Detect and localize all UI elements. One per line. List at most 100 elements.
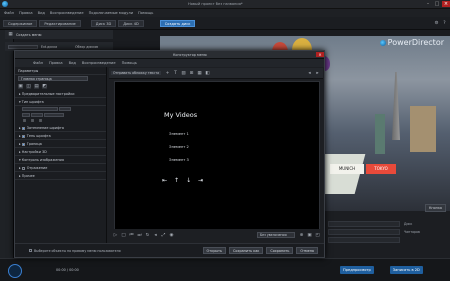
maximize-button[interactable]: □ bbox=[433, 1, 441, 7]
font-shadow-label: Тень шрифта bbox=[26, 134, 51, 138]
sidebar-header: Параметры bbox=[15, 67, 106, 75]
create-menu-row: ▦ Создать меню bbox=[5, 30, 113, 39]
dialog-menu-file[interactable]: Файл bbox=[33, 61, 43, 65]
playhead-dial-icon[interactable] bbox=[8, 264, 22, 278]
tab-content[interactable]: Содержимое bbox=[3, 19, 38, 27]
toolbar-layer-icon[interactable]: ◧ bbox=[205, 71, 210, 76]
dialog-menu-edit[interactable]: Правка bbox=[49, 61, 63, 65]
menu-title-text[interactable]: My Videos bbox=[164, 111, 197, 119]
chapter-2[interactable]: Элемент 2 bbox=[169, 145, 189, 149]
section-presets[interactable]: ▸ Предварительные настройки bbox=[15, 90, 106, 98]
cancel-button[interactable]: Отмена bbox=[296, 247, 318, 254]
tab-create-disc[interactable]: Создать диск bbox=[159, 19, 196, 27]
menu-file[interactable]: Файл bbox=[4, 11, 14, 15]
close-button[interactable]: × bbox=[442, 1, 450, 7]
create-menu-label[interactable]: Создать меню bbox=[16, 33, 41, 37]
disc-preview-label[interactable]: Обзор дисков bbox=[75, 45, 98, 49]
section-image-control[interactable]: ▾ Контроль изображения bbox=[15, 156, 106, 164]
menu-icon: ▦ bbox=[8, 32, 13, 37]
menu-nav-controls: ⇤ ↑ ↓ ⇥ bbox=[162, 177, 210, 184]
menu-preview-canvas[interactable] bbox=[114, 81, 320, 239]
menu-edit[interactable]: Правка bbox=[19, 11, 33, 15]
toolbar-tab-label[interactable]: Отправить обложку текста bbox=[111, 71, 162, 75]
select-objects-check[interactable] bbox=[29, 249, 32, 252]
section-font-shadow[interactable]: ▸ Тень шрифта bbox=[15, 132, 106, 140]
disc-type-select[interactable] bbox=[8, 44, 38, 49]
font-style-field[interactable] bbox=[44, 113, 65, 117]
chapter-3[interactable]: Элемент 3 bbox=[169, 158, 189, 162]
dialog-menu-help[interactable]: Помощь bbox=[122, 61, 137, 65]
toolbar-grid-icon[interactable]: ▦ bbox=[197, 71, 202, 76]
right-side-button[interactable]: Кнопка bbox=[424, 204, 446, 212]
burn-2d-button[interactable]: Записать в 2D bbox=[389, 266, 423, 274]
loop-icon[interactable]: ↻ bbox=[145, 233, 150, 238]
fullscreen-icon[interactable]: ⤢ bbox=[161, 233, 166, 238]
save-as-button[interactable]: Сохранить как bbox=[229, 247, 264, 254]
play-icon[interactable]: ▷ bbox=[113, 233, 118, 238]
tab-disc-4d[interactable]: Диск 4D bbox=[118, 19, 144, 27]
sidebar-tool-2-icon[interactable]: ◫ bbox=[26, 83, 31, 89]
font-color-swatch[interactable] bbox=[22, 113, 30, 117]
sidebar-tool-3-icon[interactable]: ▤ bbox=[34, 83, 39, 89]
font-opacity-field[interactable] bbox=[31, 113, 44, 117]
toolbar-prev-icon[interactable]: ◂ bbox=[307, 71, 312, 76]
settings-icon[interactable]: ⚙ bbox=[434, 21, 439, 26]
nav-up-icon[interactable]: ↑ bbox=[174, 177, 179, 184]
menu-plugins[interactable]: Подключаемые модули bbox=[89, 11, 133, 15]
preview-button[interactable]: Предпросмотр bbox=[340, 266, 374, 274]
font-shadow-check[interactable] bbox=[21, 134, 25, 138]
next-frame-icon[interactable]: ⏭ bbox=[137, 233, 142, 238]
open-button[interactable]: Открыть bbox=[202, 247, 226, 254]
reflection-check[interactable] bbox=[21, 166, 25, 170]
minimize-button[interactable]: – bbox=[424, 1, 432, 7]
fit-icon[interactable]: ▣ bbox=[307, 233, 312, 238]
timeline-track-1[interactable] bbox=[328, 221, 400, 227]
section-font-type[interactable]: ▾ Тип шрифта bbox=[15, 98, 106, 106]
stop-icon[interactable]: □ bbox=[121, 233, 126, 238]
menu-playback[interactable]: Воспроизведение bbox=[50, 11, 84, 15]
font-size-select[interactable] bbox=[59, 107, 72, 111]
zoom-icon[interactable]: ⊕ bbox=[299, 233, 304, 238]
section-shadow[interactable]: ▸ Затемнение шрифта bbox=[15, 124, 106, 132]
snapshot-icon[interactable]: ◉ bbox=[169, 233, 174, 238]
timeline-track-3[interactable] bbox=[328, 237, 400, 243]
dialog-menu-playback[interactable]: Воспроизведение bbox=[82, 61, 116, 65]
section-other[interactable]: ▸ Прочее bbox=[15, 172, 106, 180]
nav-home-icon[interactable]: ⇤ bbox=[162, 177, 167, 184]
help-icon[interactable]: ? bbox=[442, 21, 447, 26]
sidebar-tool-4-icon[interactable]: ◩ bbox=[42, 83, 47, 89]
toolbar-next-icon[interactable]: ▸ bbox=[315, 71, 320, 76]
safe-zone-icon[interactable]: ◰ bbox=[315, 233, 320, 238]
menu-help[interactable]: Помощь bbox=[138, 11, 153, 15]
tab-disc-3d[interactable]: Диск 3D bbox=[90, 19, 117, 27]
preset-select[interactable]: Главная страница bbox=[18, 76, 88, 81]
dialog-playback-controls: ▷ □ ⏮ ⏭ ↻ ◂ ⤢ ◉ Без увеличения ⊕ ▣ ◰ bbox=[109, 229, 323, 241]
section-border[interactable]: ▸ Граница bbox=[15, 140, 106, 148]
shadow-check[interactable] bbox=[21, 126, 25, 130]
dialog-sidebar: Параметры Главная страница ▣ ◫ ▤ ◩ ▸ Пре… bbox=[15, 67, 107, 243]
toolbar-image-icon[interactable]: ▨ bbox=[181, 71, 186, 76]
timeline-track-2[interactable] bbox=[328, 229, 400, 235]
chapter-1[interactable]: Элемент 1 bbox=[169, 132, 189, 136]
prev-frame-icon[interactable]: ⏮ bbox=[129, 233, 134, 238]
dialog-menu-view[interactable]: Вид bbox=[69, 61, 76, 65]
zoom-select[interactable]: Без увеличения bbox=[257, 232, 295, 238]
toolbar-align-icon[interactable]: ⊞ bbox=[189, 71, 194, 76]
border-check[interactable] bbox=[21, 142, 25, 146]
dialog-title: Конструктор меню bbox=[173, 52, 207, 57]
tab-edit[interactable]: Редактирование bbox=[39, 19, 81, 27]
dialog-close-button[interactable]: × bbox=[316, 52, 324, 57]
menu-view[interactable]: Вид bbox=[38, 11, 45, 15]
section-reflection[interactable]: ▸ Отражение bbox=[15, 164, 106, 172]
toolbar-add-icon[interactable]: + bbox=[165, 71, 170, 76]
nav-end-icon[interactable]: ⇥ bbox=[198, 177, 203, 184]
app-title: Новый проект без названия* bbox=[188, 2, 243, 6]
volume-icon[interactable]: ◂ bbox=[153, 233, 158, 238]
sidebar-tool-1-icon[interactable]: ▣ bbox=[18, 83, 23, 89]
toolbar-text-icon[interactable]: T bbox=[173, 71, 178, 76]
app-logo-icon bbox=[2, 1, 8, 7]
section-3d[interactable]: ▸ Настройки 3D bbox=[15, 148, 106, 156]
save-button[interactable]: Сохранить bbox=[266, 247, 294, 254]
font-family-select[interactable] bbox=[22, 107, 58, 111]
nav-down-icon[interactable]: ↓ bbox=[186, 177, 191, 184]
